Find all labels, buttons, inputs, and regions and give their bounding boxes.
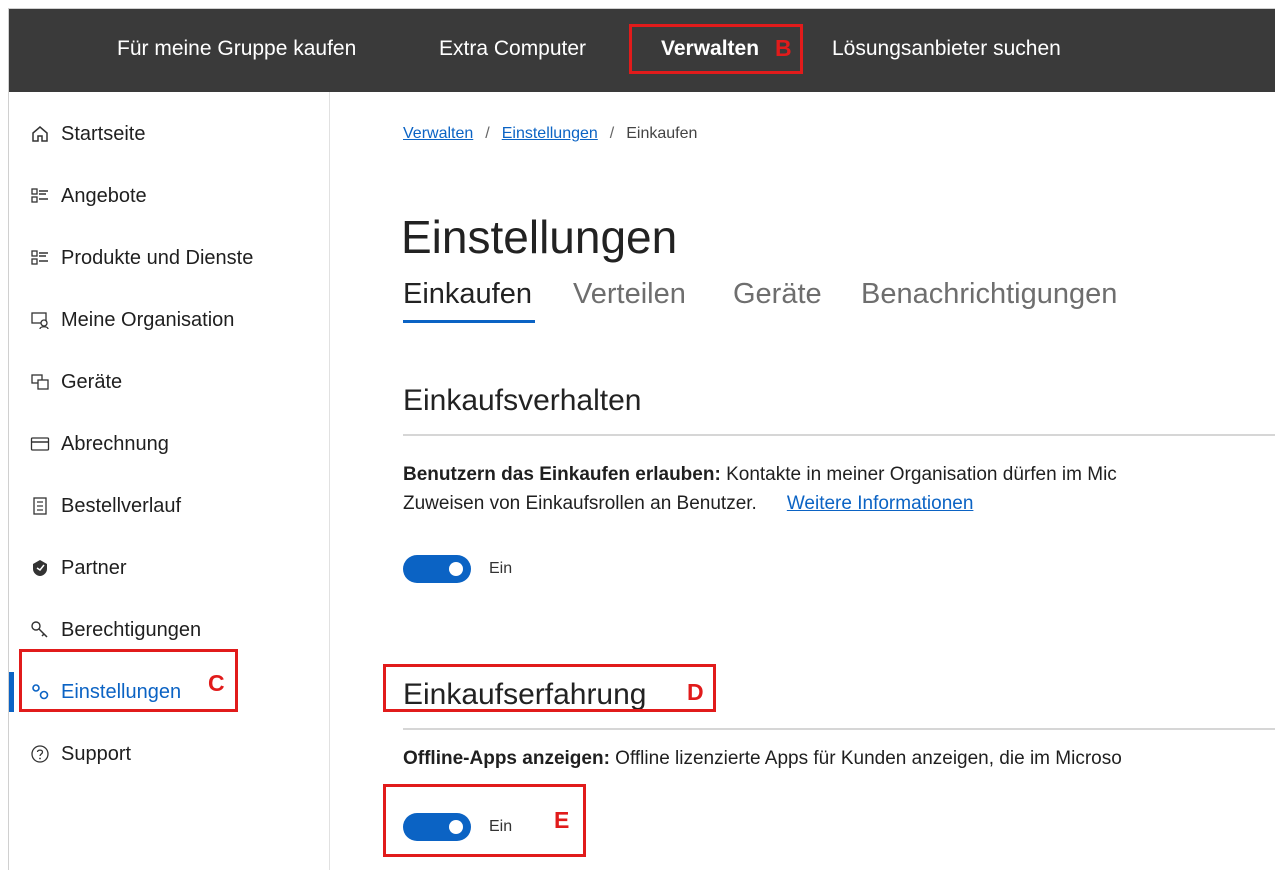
breadcrumb-separator: /	[485, 125, 490, 142]
breadcrumb-link-settings[interactable]: Einstellungen	[502, 125, 598, 142]
breadcrumb-link-manage[interactable]: Verwalten	[403, 125, 473, 142]
page-title: Einstellungen	[401, 211, 678, 263]
help-icon	[29, 743, 51, 765]
breadcrumb: Verwalten / Einstellungen / Einkaufen	[403, 125, 697, 143]
toggle-knob	[449, 562, 463, 576]
section-title-shopping-behavior: Einkaufsverhalten	[403, 384, 642, 417]
tab-devices[interactable]: Geräte	[733, 278, 822, 311]
nav-item-buy-for-group[interactable]: Für meine Gruppe kaufen	[117, 9, 356, 92]
sidebar-item-order-history[interactable]: Bestellverlauf	[9, 484, 330, 528]
setting-description-allow-users-shop: Benutzern das Einkaufen erlauben: Kontak…	[403, 460, 1117, 518]
list-icon	[29, 247, 51, 269]
sidebar-item-label: Startseite	[61, 122, 146, 145]
sidebar-item-home[interactable]: Startseite	[9, 112, 330, 156]
toggle-row-allow-users-shop: Ein	[403, 554, 512, 584]
sidebar-item-label: Geräte	[61, 370, 123, 393]
sidebar-item-label: Support	[61, 742, 132, 765]
tab-distribute[interactable]: Verteilen	[573, 278, 686, 311]
section-divider	[403, 728, 1275, 730]
annotation-label-b: B	[775, 35, 792, 61]
allow-users-shop-toggle[interactable]	[403, 555, 471, 583]
sidebar-item-offers[interactable]: Angebote	[9, 174, 330, 218]
sidebar-item-label: Angebote	[61, 184, 147, 207]
learn-more-link[interactable]: Weitere Informationen	[787, 493, 974, 514]
sidebar-item-label: Meine Organisation	[61, 308, 235, 331]
sidebar-item-products-services[interactable]: Produkte und Dienste	[9, 236, 330, 280]
setting-description-show-offline-apps: Offline-Apps anzeigen: Offline lizenzier…	[403, 744, 1122, 773]
section-divider	[403, 434, 1275, 436]
breadcrumb-separator: /	[609, 125, 615, 142]
sidebar-item-label: Bestellverlauf	[61, 494, 182, 517]
nav-item-find-solution-provider[interactable]: Lösungsanbieter suchen	[832, 9, 1061, 92]
annotation-label-d: D	[687, 679, 704, 705]
breadcrumb-current: Einkaufen	[626, 125, 698, 142]
devices-icon	[29, 371, 51, 393]
setting-text: Kontakte in meiner Organisation dürfen i…	[720, 464, 1117, 485]
setting-name: Offline-Apps anzeigen:	[403, 748, 610, 769]
home-icon	[29, 123, 51, 145]
sidebar-item-partner[interactable]: Partner	[9, 546, 330, 590]
organization-icon	[29, 309, 51, 331]
annotation-label-c: C	[208, 670, 225, 696]
list-icon	[29, 185, 51, 207]
credit-card-icon	[29, 433, 51, 455]
main-content: Verwalten / Einstellungen / Einkaufen Einste…	[331, 92, 1275, 870]
sidebar-item-permissions[interactable]: Berechtigungen	[9, 608, 330, 652]
sidebar-item-label: Produkte und Dienste	[61, 246, 254, 269]
sidebar-item-billing[interactable]: Abrechnung	[9, 422, 330, 466]
annotation-label-e: E	[554, 807, 570, 833]
nav-item-extra-computer[interactable]: Extra Computer	[439, 9, 586, 92]
setting-text: Offline lizenzierte Apps für Kunden anze…	[609, 748, 1122, 769]
sidebar-item-devices[interactable]: Geräte	[9, 360, 330, 404]
annotation-box-d	[383, 664, 716, 712]
sidebar-item-support[interactable]: Support	[9, 732, 330, 776]
sidebar-item-label: Berechtigungen	[61, 618, 202, 641]
active-tab-indicator	[403, 320, 535, 323]
tab-shopping[interactable]: Einkaufen	[403, 278, 532, 311]
sidebar: Startseite Angebote Produkte und Dienste…	[9, 92, 330, 870]
order-history-icon	[29, 495, 51, 517]
annotation-box-c	[19, 649, 238, 712]
setting-name: Benutzern das Einkaufen erlauben:	[403, 464, 721, 485]
sidebar-item-label: Abrechnung	[61, 432, 169, 455]
key-icon	[29, 619, 51, 641]
tab-notifications[interactable]: Benachrichtigungen	[861, 278, 1117, 311]
sidebar-item-label: Partner	[61, 556, 127, 579]
app-frame: Für meine Gruppe kaufen Extra Computer V…	[8, 8, 1275, 870]
toggle-state-label: Ein	[489, 560, 513, 577]
sidebar-item-my-organization[interactable]: Meine Organisation	[9, 298, 330, 342]
setting-text: Zuweisen von Einkaufsrollen an Benutzer.	[403, 493, 757, 514]
partner-icon	[29, 557, 51, 579]
